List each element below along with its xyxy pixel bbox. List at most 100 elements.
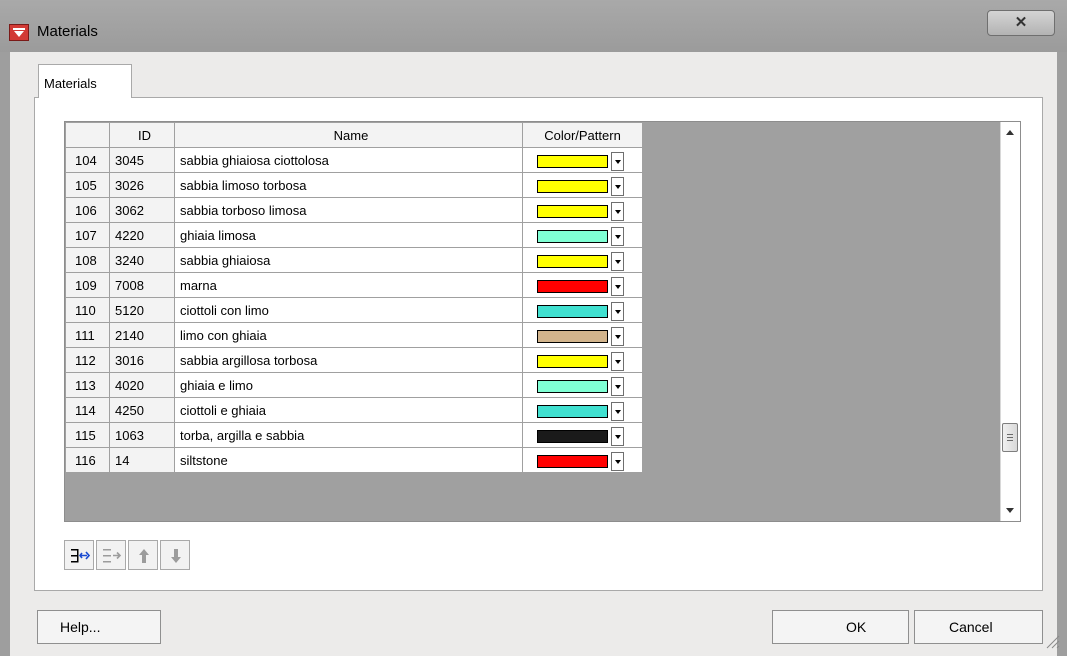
dropdown-arrow-icon[interactable] <box>611 401 624 421</box>
dropdown-arrow-icon[interactable] <box>611 326 624 346</box>
row-number-cell[interactable]: 109 <box>65 272 110 298</box>
row-number-cell[interactable]: 107 <box>65 222 110 248</box>
color-swatch[interactable] <box>537 154 608 168</box>
color-swatch[interactable] <box>537 254 608 268</box>
vertical-scrollbar[interactable] <box>1000 122 1020 521</box>
materials-grid[interactable]: ID Name Color/Pattern 104 3045 sabbia ghia… <box>64 121 1021 522</box>
color-pattern-cell[interactable] <box>522 322 643 348</box>
name-cell[interactable]: ghiaia limosa <box>174 222 523 248</box>
append-row-button[interactable] <box>96 540 126 570</box>
table-row[interactable]: 114 4250 ciottoli e ghiaia <box>65 397 643 423</box>
scroll-down-arrow-icon[interactable] <box>1006 508 1014 513</box>
dropdown-arrow-icon[interactable] <box>611 426 624 446</box>
row-number-cell[interactable]: 112 <box>65 347 110 373</box>
row-number-cell[interactable]: 116 <box>65 447 110 473</box>
name-cell[interactable]: limo con ghiaia <box>174 322 523 348</box>
name-cell[interactable]: sabbia argillosa torbosa <box>174 347 523 373</box>
resize-grip-icon[interactable] <box>1043 632 1061 650</box>
color-pattern-cell[interactable] <box>522 197 643 223</box>
ok-button[interactable]: OK <box>772 610 909 644</box>
name-cell[interactable]: torba, argilla e sabbia <box>174 422 523 448</box>
color-swatch[interactable] <box>537 379 608 393</box>
color-pattern-cell[interactable] <box>522 372 643 398</box>
id-cell[interactable]: 7008 <box>109 272 175 298</box>
cancel-button[interactable]: Cancel <box>914 610 1043 644</box>
name-cell[interactable]: siltstone <box>174 447 523 473</box>
row-number-cell[interactable]: 115 <box>65 422 110 448</box>
id-cell[interactable]: 2140 <box>109 322 175 348</box>
scroll-up-arrow-icon[interactable] <box>1006 130 1014 135</box>
dropdown-arrow-icon[interactable] <box>611 276 624 296</box>
id-cell[interactable]: 1063 <box>109 422 175 448</box>
color-pattern-cell[interactable] <box>522 222 643 248</box>
row-number-cell[interactable]: 105 <box>65 172 110 198</box>
help-button[interactable]: Help... <box>37 610 161 644</box>
dropdown-arrow-icon[interactable] <box>611 451 624 471</box>
table-row[interactable]: 104 3045 sabbia ghiaiosa ciottolosa <box>65 147 643 173</box>
table-row[interactable]: 106 3062 sabbia torboso limosa <box>65 197 643 223</box>
dropdown-arrow-icon[interactable] <box>611 376 624 396</box>
id-cell[interactable]: 3045 <box>109 147 175 173</box>
dropdown-arrow-icon[interactable] <box>611 251 624 271</box>
name-cell[interactable]: sabbia ghiaiosa ciottolosa <box>174 147 523 173</box>
name-cell[interactable]: ciottoli e ghiaia <box>174 397 523 423</box>
row-number-cell[interactable]: 108 <box>65 247 110 273</box>
header-name[interactable]: Name <box>174 122 523 148</box>
color-pattern-cell[interactable] <box>522 297 643 323</box>
name-cell[interactable]: ghiaia e limo <box>174 372 523 398</box>
id-cell[interactable]: 4220 <box>109 222 175 248</box>
table-row[interactable]: 105 3026 sabbia limoso torbosa <box>65 172 643 198</box>
dropdown-arrow-icon[interactable] <box>611 351 624 371</box>
table-row[interactable]: 109 7008 marna <box>65 272 643 298</box>
color-pattern-cell[interactable] <box>522 172 643 198</box>
color-swatch[interactable] <box>537 404 608 418</box>
table-row[interactable]: 112 3016 sabbia argillosa torbosa <box>65 347 643 373</box>
id-cell[interactable]: 14 <box>109 447 175 473</box>
id-cell[interactable]: 4020 <box>109 372 175 398</box>
row-number-cell[interactable]: 113 <box>65 372 110 398</box>
color-swatch[interactable] <box>537 204 608 218</box>
color-swatch[interactable] <box>537 354 608 368</box>
id-cell[interactable]: 5120 <box>109 297 175 323</box>
color-swatch[interactable] <box>537 329 608 343</box>
insert-row-button[interactable] <box>64 540 94 570</box>
name-cell[interactable]: sabbia limoso torbosa <box>174 172 523 198</box>
name-cell[interactable]: sabbia torboso limosa <box>174 197 523 223</box>
table-row[interactable]: 116 14 siltstone <box>65 447 643 473</box>
color-pattern-cell[interactable] <box>522 147 643 173</box>
id-cell[interactable]: 3016 <box>109 347 175 373</box>
name-cell[interactable]: ciottoli con limo <box>174 297 523 323</box>
dropdown-arrow-icon[interactable] <box>611 151 624 171</box>
id-cell[interactable]: 4250 <box>109 397 175 423</box>
color-swatch[interactable] <box>537 229 608 243</box>
header-color-pattern[interactable]: Color/Pattern <box>522 122 643 148</box>
dropdown-arrow-icon[interactable] <box>611 226 624 246</box>
id-cell[interactable]: 3026 <box>109 172 175 198</box>
name-cell[interactable]: sabbia ghiaiosa <box>174 247 523 273</box>
table-row[interactable]: 113 4020 ghiaia e limo <box>65 372 643 398</box>
header-id[interactable]: ID <box>109 122 175 148</box>
color-swatch[interactable] <box>537 454 608 468</box>
tab-materials[interactable]: Materials <box>38 64 132 98</box>
row-number-cell[interactable]: 106 <box>65 197 110 223</box>
dropdown-arrow-icon[interactable] <box>611 301 624 321</box>
color-pattern-cell[interactable] <box>522 272 643 298</box>
row-number-cell[interactable]: 104 <box>65 147 110 173</box>
color-swatch[interactable] <box>537 429 608 443</box>
table-row[interactable]: 107 4220 ghiaia limosa <box>65 222 643 248</box>
move-down-button[interactable] <box>160 540 190 570</box>
table-row[interactable]: 108 3240 sabbia ghiaiosa <box>65 247 643 273</box>
color-swatch[interactable] <box>537 279 608 293</box>
table-row[interactable]: 115 1063 torba, argilla e sabbia <box>65 422 643 448</box>
id-cell[interactable]: 3240 <box>109 247 175 273</box>
row-number-cell[interactable]: 114 <box>65 397 110 423</box>
table-row[interactable]: 111 2140 limo con ghiaia <box>65 322 643 348</box>
name-cell[interactable]: marna <box>174 272 523 298</box>
color-pattern-cell[interactable] <box>522 422 643 448</box>
move-up-button[interactable] <box>128 540 158 570</box>
color-pattern-cell[interactable] <box>522 247 643 273</box>
color-pattern-cell[interactable] <box>522 447 643 473</box>
table-row[interactable]: 110 5120 ciottoli con limo <box>65 297 643 323</box>
color-swatch[interactable] <box>537 179 608 193</box>
id-cell[interactable]: 3062 <box>109 197 175 223</box>
